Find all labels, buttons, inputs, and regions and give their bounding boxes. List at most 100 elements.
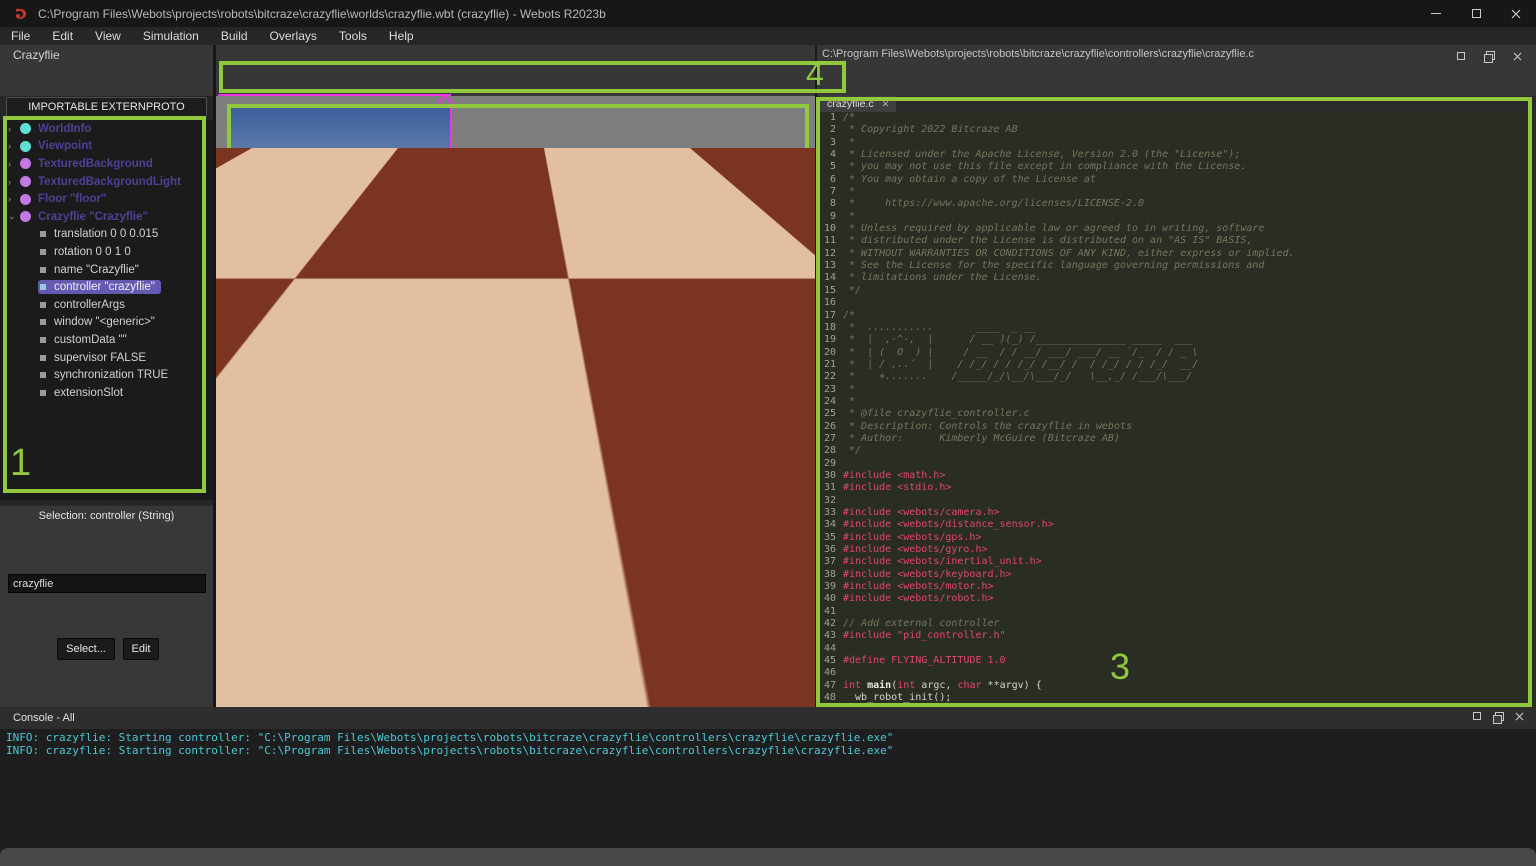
tree-item-content[interactable]: rotation 0 0 1 0 (38, 245, 137, 259)
console-output[interactable]: INFO: crazyflie: Starting controller: "C… (0, 729, 1536, 848)
tree-item[interactable]: translation 0 0 0.015 (0, 226, 213, 244)
webots-window: C:\Program Files\Webots\projects\robots\… (0, 0, 1536, 866)
node-dot-icon (20, 141, 31, 152)
tree-item[interactable]: synchronization TRUE (0, 366, 213, 384)
chevron-right-icon[interactable]: › (8, 177, 18, 187)
overlay-floor-tile-light (230, 242, 322, 320)
chevron-right-icon[interactable]: › (8, 141, 18, 151)
tree-item-content[interactable]: TexturedBackgroundLight (18, 175, 187, 189)
tree-item-content[interactable]: name "Crazyflie" (38, 263, 145, 277)
controller-value-input[interactable] (8, 574, 206, 593)
code-line: 22 * +....... /_____/_/\__/\___/_/ \__,_… (817, 371, 1536, 383)
code-line: 4 * Licensed under the Apache License, V… (817, 149, 1536, 161)
chevron-right-icon[interactable]: › (8, 124, 18, 134)
code-line: 20 * | ( O ) | / __ / / __/ ___/ ___/ __… (817, 347, 1536, 359)
line-number: 7 (817, 186, 843, 198)
tree-item[interactable]: › WorldInfo (0, 120, 213, 138)
line-number: 24 (817, 396, 843, 408)
importable-externproto-button[interactable]: IMPORTABLE EXTERNPROTO (6, 97, 207, 117)
tree-item-content[interactable]: window "<generic>" (38, 315, 161, 329)
tree-item-content[interactable]: Viewpoint (18, 139, 98, 153)
minimize-button[interactable] (1416, 0, 1456, 27)
tree-item[interactable]: controller "crazyflie" (0, 278, 213, 296)
maximize-button[interactable] (1456, 0, 1496, 27)
tree-item-content[interactable]: Floor "floor" (18, 192, 112, 206)
code-text: * @file crazyflie_controller.c (843, 408, 1030, 420)
code-line: 11 * distributed under the License is di… (817, 235, 1536, 247)
tree-item-content[interactable]: customData "" (38, 333, 133, 347)
console-title: Console - All (13, 712, 75, 724)
tree-item-content[interactable]: WorldInfo (18, 122, 97, 136)
menu-build[interactable]: Build (210, 29, 259, 43)
editor-minimize-button[interactable] (1452, 49, 1470, 63)
menu-tools[interactable]: Tools (328, 29, 378, 43)
code-text: * distributed under the License is distr… (843, 235, 1252, 247)
tree-item[interactable]: customData "" (0, 331, 213, 349)
code-editor[interactable]: 1/*2 * Copyright 2022 Bitcraze AB3 *4 * … (817, 112, 1536, 707)
tree-item-content[interactable]: supervisor FALSE (38, 351, 152, 365)
tree-item[interactable]: ›Viewpoint (0, 138, 213, 156)
drone-camera-overlay[interactable] (228, 106, 452, 322)
tree-item[interactable]: name "Crazyflie" (0, 261, 213, 279)
select-button[interactable]: Select... (57, 638, 115, 660)
tab-close-icon[interactable]: ✕ (882, 99, 890, 110)
code-line: 45#define FLYING_ALTITUDE 1.0 (817, 655, 1536, 667)
code-text: * Licensed under the Apache License, Ver… (843, 149, 1240, 161)
tree-item-label: TexturedBackgroundLight (38, 176, 181, 188)
tab-label: crazyflie.c (827, 98, 874, 110)
code-text: int main(int argc, char **argv) { (843, 680, 1042, 692)
tree-item-content[interactable]: TexturedBackground (18, 157, 159, 171)
editor-close-button[interactable] (1508, 49, 1526, 63)
code-text: * See the License for the specific langu… (843, 260, 1264, 272)
code-text: /* (843, 112, 855, 124)
code-line: 39#include <webots/motor.h> (817, 581, 1536, 593)
edit-button[interactable]: Edit (123, 638, 159, 660)
tree-item[interactable]: ›TexturedBackground (0, 155, 213, 173)
menu-simulation[interactable]: Simulation (132, 29, 210, 43)
chevron-right-icon[interactable]: › (8, 159, 18, 169)
chevron-right-icon[interactable]: › (8, 194, 18, 204)
code-text: * limitations under the License. (843, 272, 1042, 284)
console-minimize-button[interactable] (1473, 712, 1481, 722)
code-line: 26 * Description: Controls the crazyflie… (817, 421, 1536, 433)
menu-help[interactable]: Help (378, 29, 425, 43)
console-window-controls (1473, 712, 1524, 722)
line-number: 44 (817, 643, 843, 655)
tree-item[interactable]: supervisor FALSE (0, 349, 213, 367)
line-number: 26 (817, 421, 843, 433)
tree-item-content[interactable]: Crazyflie "Crazyflie" (18, 210, 154, 224)
tree-item[interactable]: extensionSlot (0, 384, 213, 402)
tree-item-content[interactable]: translation 0 0 0.015 (38, 227, 164, 241)
line-number: 3 (817, 137, 843, 149)
tree-item[interactable]: › TexturedBackgroundLight (0, 173, 213, 191)
left-dock-tab-crazyflie[interactable]: Crazyflie (13, 48, 60, 62)
tree-item[interactable]: controllerArgs (0, 296, 213, 314)
editor-restore-button[interactable] (1480, 49, 1498, 63)
code-text: * ........... ____ _ __ (843, 322, 1036, 334)
console-close-button[interactable] (1515, 712, 1524, 722)
tree-item[interactable]: rotation 0 0 1 0 (0, 243, 213, 261)
3d-viewport[interactable] (216, 96, 815, 707)
tree-item-content[interactable]: extensionSlot (38, 386, 129, 400)
menu-file[interactable]: File (0, 29, 41, 43)
node-dot-icon (20, 158, 31, 169)
tab-crazyflie-c[interactable]: crazyflie.c ✕ (820, 96, 896, 112)
menu-edit[interactable]: Edit (41, 29, 84, 43)
tree-item-label: WorldInfo (38, 123, 91, 135)
tree-item[interactable]: window "<generic>" (0, 314, 213, 332)
console-restore-button[interactable] (1493, 712, 1503, 722)
line-number: 37 (817, 556, 843, 568)
tree-item-content[interactable]: synchronization TRUE (38, 368, 174, 382)
menu-overlays[interactable]: Overlays (259, 29, 328, 43)
tree-item[interactable]: ›Floor "floor" (0, 190, 213, 208)
close-button[interactable] (1496, 0, 1536, 27)
code-line: 46 (817, 667, 1536, 679)
tree-item-content[interactable]: controllerArgs (38, 298, 131, 312)
tree-item-selected[interactable]: controller "crazyflie" (38, 280, 161, 294)
chevron-down-icon[interactable]: ⌄ (8, 211, 18, 222)
code-text: #include <webots/distance_sensor.h> (843, 519, 1054, 531)
code-text: #include <webots/robot.h> (843, 593, 994, 605)
menu-view[interactable]: View (84, 29, 132, 43)
tree-item[interactable]: ⌄Crazyflie "Crazyflie" (0, 208, 213, 226)
code-line: 28 */ (817, 445, 1536, 457)
